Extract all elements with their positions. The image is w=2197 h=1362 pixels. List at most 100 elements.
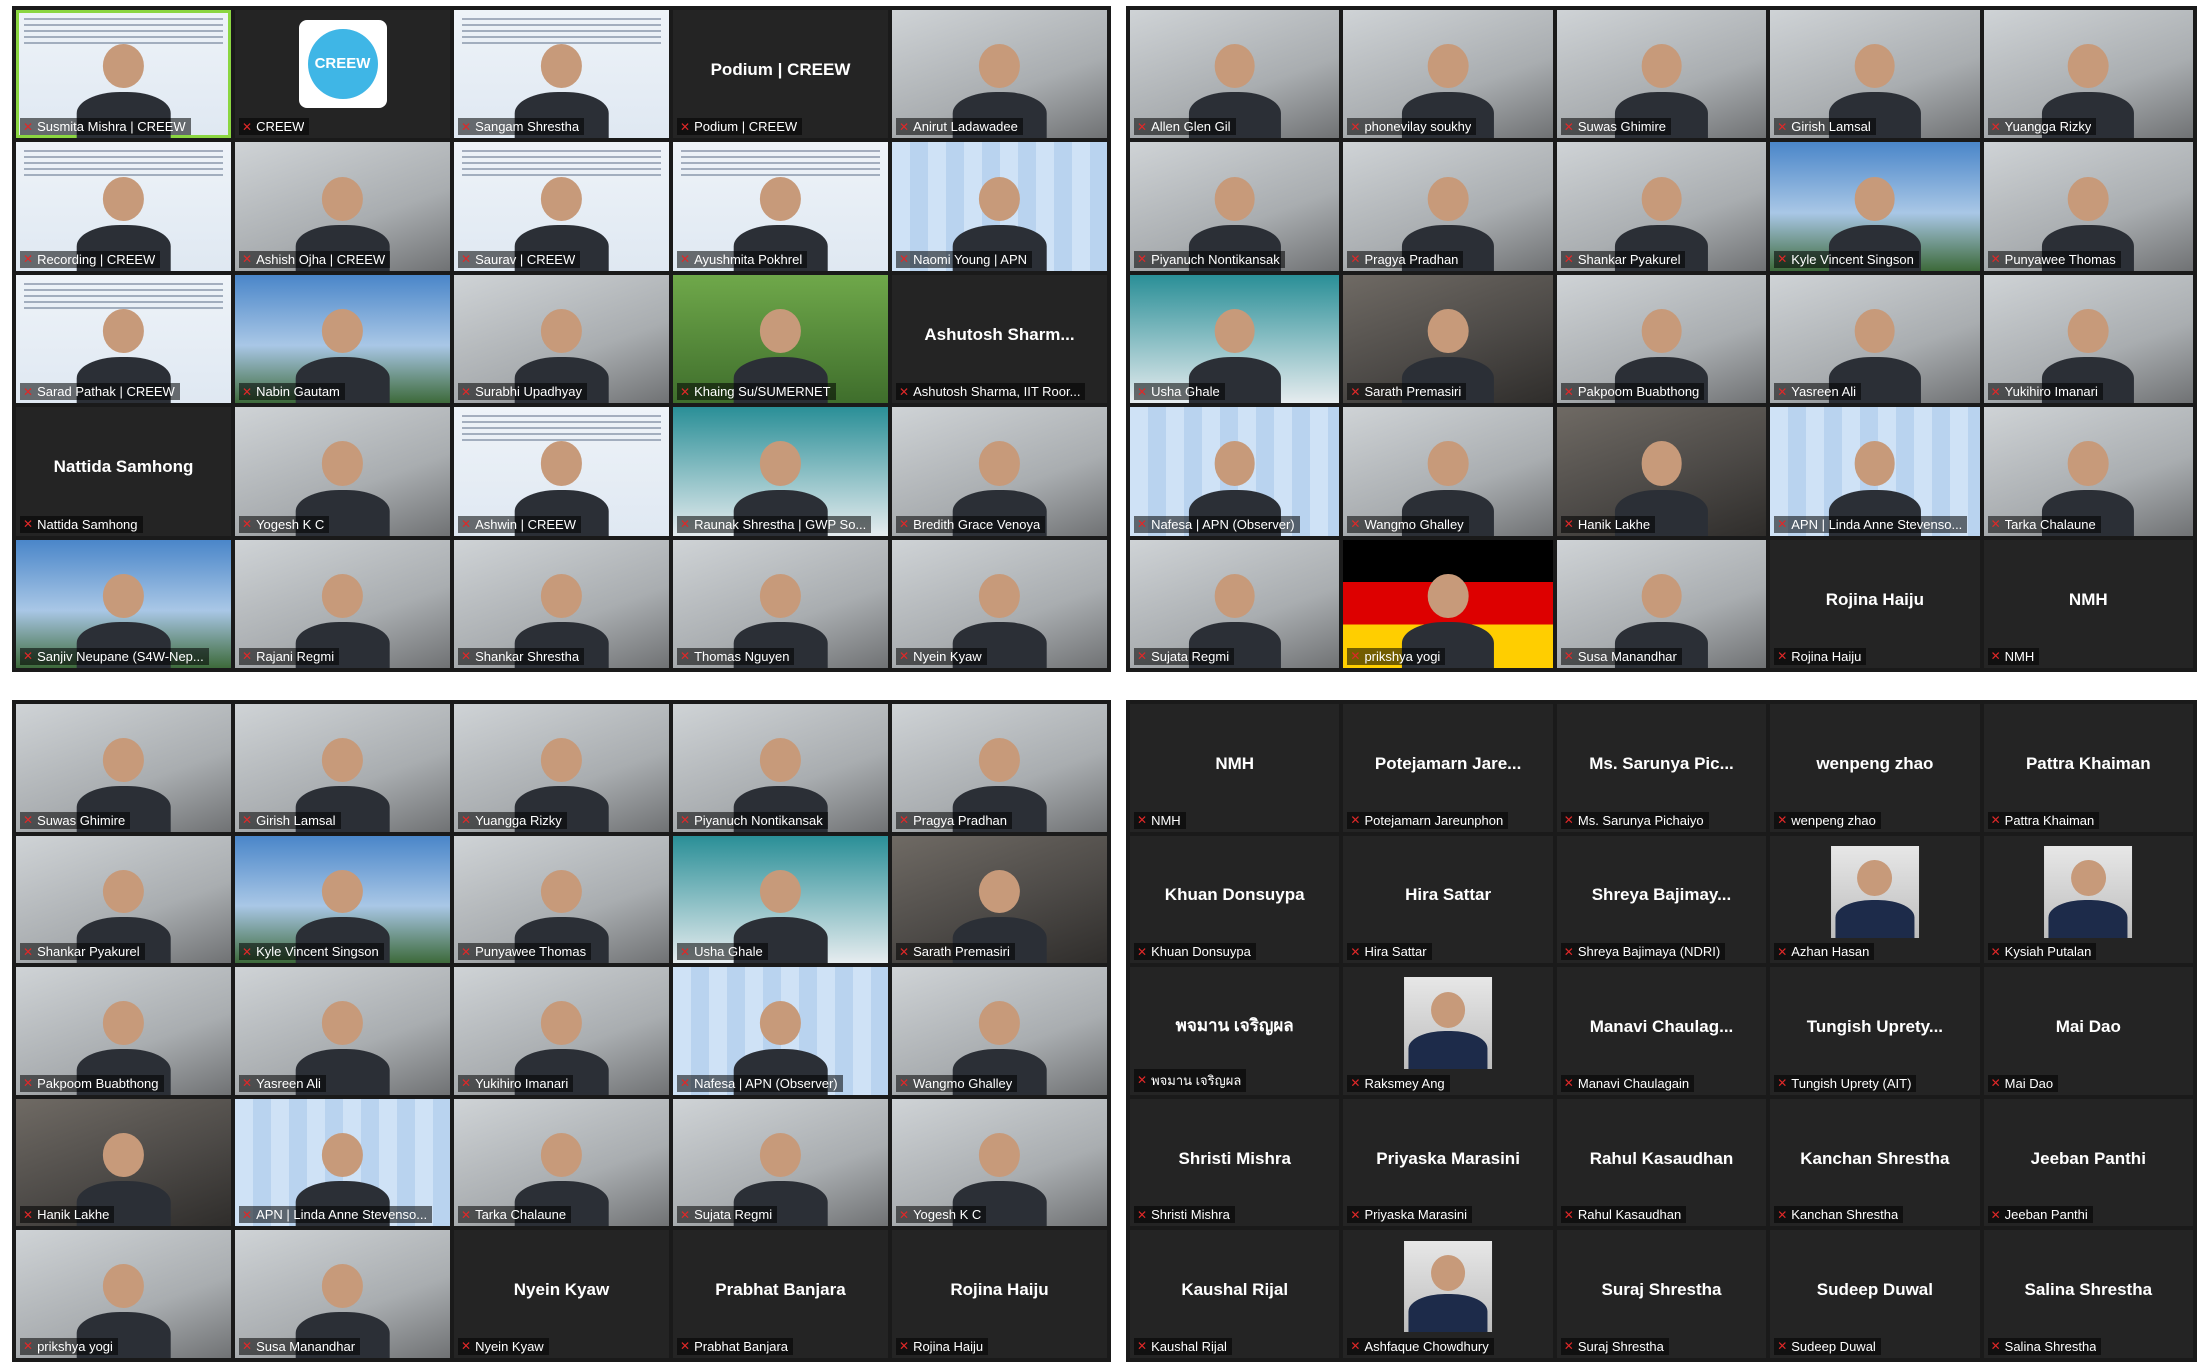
participant-tile[interactable]: ✕ Surabhi Upadhyay bbox=[454, 274, 669, 404]
participant-tile[interactable]: Salina Shrestha ✕ Salina Shrestha bbox=[1983, 1230, 2193, 1358]
participant-tile[interactable]: ✕ Yuangga Rizky bbox=[1983, 10, 2193, 139]
participant-tile[interactable]: Potejamarn Jare... ✕ Potejamarn Jareunphon bbox=[1343, 704, 1553, 832]
participant-tile[interactable]: ✕ Raunak Shrestha | GWP So... bbox=[673, 407, 888, 536]
participant-tile[interactable]: ✕ Sanjiv Neupane (S4W-Nep... bbox=[16, 539, 231, 668]
participant-tile[interactable]: ✕ Anirut Ladawadee bbox=[892, 10, 1107, 139]
participant-tile[interactable]: ✕ Hanik Lakhe bbox=[1556, 407, 1767, 536]
participant-tile[interactable]: Rojina Haiju ✕ Rojina Haiju bbox=[892, 1230, 1107, 1358]
participant-tile[interactable]: Hira Sattar ✕ Hira Sattar bbox=[1343, 835, 1553, 964]
participant-tile[interactable]: ✕ Kyle Vincent Singson bbox=[235, 835, 450, 964]
participant-tile[interactable]: Priyaska Marasini ✕ Priyaska Marasini bbox=[1343, 1098, 1553, 1227]
participant-tile[interactable]: NMH ✕ NMH bbox=[1130, 704, 1340, 832]
participant-tile[interactable]: Shristi Mishra ✕ Shristi Mishra bbox=[1130, 1098, 1340, 1227]
participant-tile[interactable]: ✕ Pakpoom Buabthong bbox=[16, 967, 231, 1095]
participant-tile[interactable]: ✕ Hanik Lakhe bbox=[16, 1098, 231, 1227]
participant-tile[interactable]: ✕ Yukihiro Imanari bbox=[1983, 274, 2193, 404]
participant-tile[interactable]: ✕ Piyanuch Nontikansak bbox=[1130, 142, 1340, 271]
participant-tile[interactable]: Ms. Sarunya Pic... ✕ Ms. Sarunya Pichaiyo bbox=[1556, 704, 1767, 832]
participant-tile[interactable]: ✕ Sarad Pathak | CREEW bbox=[16, 274, 231, 404]
participant-tile[interactable]: Khuan Donsuypa ✕ Khuan Donsuypa bbox=[1130, 835, 1340, 964]
participant-tile[interactable]: ✕ Recording | CREEW bbox=[16, 142, 231, 271]
participant-tile[interactable]: ✕ Susa Manandhar bbox=[235, 1230, 450, 1358]
participant-tile[interactable]: ✕ Piyanuch Nontikansak bbox=[673, 704, 888, 832]
participant-tile[interactable]: ✕ Pragya Pradhan bbox=[1343, 142, 1553, 271]
participant-tile[interactable]: ✕ Usha Ghale bbox=[673, 835, 888, 964]
participant-tile[interactable]: Suraj Shrestha ✕ Suraj Shrestha bbox=[1556, 1230, 1767, 1358]
participant-tile[interactable]: ✕ Rajani Regmi bbox=[235, 539, 450, 668]
participant-tile[interactable]: ✕ Yuangga Rizky bbox=[454, 704, 669, 832]
participant-tile[interactable]: ✕ Raksmey Ang bbox=[1343, 967, 1553, 1095]
participant-tile[interactable]: ✕ Susmita Mishra | CREEW bbox=[16, 10, 231, 139]
participant-tile[interactable]: ✕ Wangmo Ghalley bbox=[892, 967, 1107, 1095]
participant-tile[interactable]: ✕ Sarath Premasiri bbox=[1343, 274, 1553, 404]
participant-tile[interactable]: Ashutosh Sharm... ✕ Ashutosh Sharma, IIT R… bbox=[892, 274, 1107, 404]
participant-tile[interactable]: ✕ Sangam Shrestha bbox=[454, 10, 669, 139]
participant-tile[interactable]: Manavi Chaulag... ✕ Manavi Chaulagain bbox=[1556, 967, 1767, 1095]
participant-tile[interactable]: ✕ Kysiah Putalan bbox=[1983, 835, 2193, 964]
participant-tile[interactable]: ✕ Suwas Ghimire bbox=[1556, 10, 1767, 139]
participant-tile[interactable]: ✕ Azhan Hasan bbox=[1770, 835, 1980, 964]
participant-tile[interactable]: ✕ Thomas Nguyen bbox=[673, 539, 888, 668]
participant-tile[interactable]: ✕ Allen Glen Gil bbox=[1130, 10, 1340, 139]
participant-tile[interactable]: ✕ Nafesa | APN (Observer) bbox=[673, 967, 888, 1095]
participant-tile[interactable]: ✕ Yogesh K C bbox=[892, 1098, 1107, 1227]
participant-tile[interactable]: ✕ Sarath Premasiri bbox=[892, 835, 1107, 964]
participant-tile[interactable]: ✕ APN | Linda Anne Stevenso... bbox=[235, 1098, 450, 1227]
participant-tile[interactable]: wenpeng zhao ✕ wenpeng zhao bbox=[1770, 704, 1980, 832]
participant-tile[interactable]: Shreya Bajimay... ✕ Shreya Bajimaya (NDRI) bbox=[1556, 835, 1767, 964]
participant-tile[interactable]: Podium | CREEW ✕ Podium | CREEW bbox=[673, 10, 888, 139]
participant-tile[interactable]: Nattida Samhong ✕ Nattida Samhong bbox=[16, 407, 231, 536]
participant-tile[interactable]: ✕ Suwas Ghimire bbox=[16, 704, 231, 832]
participant-tile[interactable]: ✕ Nabin Gautam bbox=[235, 274, 450, 404]
participant-tile[interactable]: Nyein Kyaw ✕ Nyein Kyaw bbox=[454, 1230, 669, 1358]
participant-tile[interactable]: ✕ Yasreen Ali bbox=[1770, 274, 1980, 404]
participant-tile[interactable]: ✕ Punyawee Thomas bbox=[454, 835, 669, 964]
participant-tile[interactable]: ✕ Girish Lamsal bbox=[1770, 10, 1980, 139]
participant-tile[interactable]: ✕ Pragya Pradhan bbox=[892, 704, 1107, 832]
participant-tile[interactable]: ✕ Saurav | CREEW bbox=[454, 142, 669, 271]
participant-tile[interactable]: ✕ Tarka Chalaune bbox=[454, 1098, 669, 1227]
participant-tile[interactable]: Kanchan Shrestha ✕ Kanchan Shrestha bbox=[1770, 1098, 1980, 1227]
participant-tile[interactable]: ✕ Tarka Chalaune bbox=[1983, 407, 2193, 536]
participant-tile[interactable]: ✕ prikshya yogi bbox=[1343, 539, 1553, 668]
participant-tile[interactable]: พจมาน เจริญผล ✕ พจมาน เจริญผล bbox=[1130, 967, 1340, 1095]
participant-tile[interactable]: ✕ Bredith Grace Venoya bbox=[892, 407, 1107, 536]
participant-tile[interactable]: ✕ Yukihiro Imanari bbox=[454, 967, 669, 1095]
participant-tile[interactable]: ✕ Susa Manandhar bbox=[1556, 539, 1767, 668]
participant-tile[interactable]: ✕ phonevilay soukhy bbox=[1343, 10, 1553, 139]
participant-tile[interactable]: ✕ Ashwin | CREEW bbox=[454, 407, 669, 536]
participant-tile[interactable]: CREEW ✕ CREEW bbox=[235, 10, 450, 139]
participant-tile[interactable]: ✕ Sujata Regmi bbox=[1130, 539, 1340, 668]
participant-tile[interactable]: Rahul Kasaudhan ✕ Rahul Kasaudhan bbox=[1556, 1098, 1767, 1227]
participant-tile[interactable]: ✕ Naomi Young | APN bbox=[892, 142, 1107, 271]
participant-tile[interactable]: ✕ Kyle Vincent Singson bbox=[1770, 142, 1980, 271]
participant-tile[interactable]: Mai Dao ✕ Mai Dao bbox=[1983, 967, 2193, 1095]
participant-tile[interactable]: ✕ Punyawee Thomas bbox=[1983, 142, 2193, 271]
participant-tile[interactable]: Kaushal Rijal ✕ Kaushal Rijal bbox=[1130, 1230, 1340, 1358]
participant-tile[interactable]: ✕ Ashish Ojha | CREEW bbox=[235, 142, 450, 271]
participant-tile[interactable]: NMH ✕ NMH bbox=[1983, 539, 2193, 668]
participant-tile[interactable]: ✕ Sujata Regmi bbox=[673, 1098, 888, 1227]
participant-tile[interactable]: ✕ Nyein Kyaw bbox=[892, 539, 1107, 668]
participant-tile[interactable]: ✕ Shankar Shrestha bbox=[454, 539, 669, 668]
participant-tile[interactable]: ✕ Shankar Pyakurel bbox=[16, 835, 231, 964]
participant-tile[interactable]: Sudeep Duwal ✕ Sudeep Duwal bbox=[1770, 1230, 1980, 1358]
participant-tile[interactable]: ✕ Girish Lamsal bbox=[235, 704, 450, 832]
participant-tile[interactable]: Tungish Uprety... ✕ Tungish Uprety (AIT) bbox=[1770, 967, 1980, 1095]
participant-tile[interactable]: Jeeban Panthi ✕ Jeeban Panthi bbox=[1983, 1098, 2193, 1227]
participant-tile[interactable]: ✕ Ayushmita Pokhrel bbox=[673, 142, 888, 271]
participant-tile[interactable]: ✕ Ashfaque Chowdhury bbox=[1343, 1230, 1553, 1358]
participant-tile[interactable]: Prabhat Banjara ✕ Prabhat Banjara bbox=[673, 1230, 888, 1358]
participant-tile[interactable]: ✕ Yogesh K C bbox=[235, 407, 450, 536]
participant-tile[interactable]: Rojina Haiju ✕ Rojina Haiju bbox=[1770, 539, 1980, 668]
participant-tile[interactable]: ✕ APN | Linda Anne Stevenso... bbox=[1770, 407, 1980, 536]
participant-tile[interactable]: ✕ Wangmo Ghalley bbox=[1343, 407, 1553, 536]
participant-tile[interactable]: ✕ Pakpoom Buabthong bbox=[1556, 274, 1767, 404]
participant-tile[interactable]: ✕ Khaing Su/SUMERNET bbox=[673, 274, 888, 404]
participant-tile[interactable]: ✕ Shankar Pyakurel bbox=[1556, 142, 1767, 271]
participant-tile[interactable]: ✕ Yasreen Ali bbox=[235, 967, 450, 1095]
participant-tile[interactable]: ✕ Nafesa | APN (Observer) bbox=[1130, 407, 1340, 536]
participant-tile[interactable]: Pattra Khaiman ✕ Pattra Khaiman bbox=[1983, 704, 2193, 832]
participant-tile[interactable]: ✕ Usha Ghale bbox=[1130, 274, 1340, 404]
participant-tile[interactable]: ✕ prikshya yogi bbox=[16, 1230, 231, 1358]
